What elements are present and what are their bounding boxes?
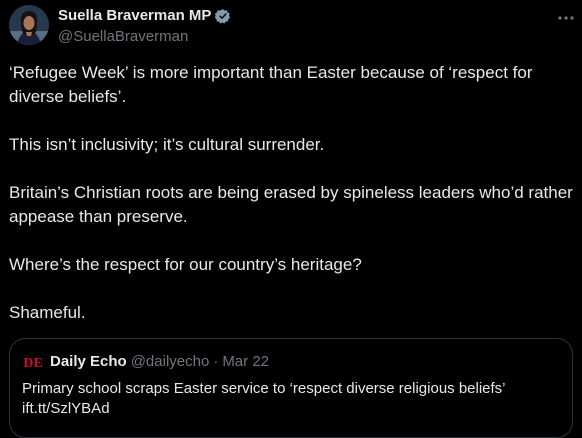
verified-badge-icon[interactable] bbox=[215, 8, 231, 24]
author-display-name[interactable]: Suella Braverman MP bbox=[58, 7, 211, 25]
author-name-row: Suella Braverman MP bbox=[58, 7, 231, 25]
avatar[interactable] bbox=[9, 5, 49, 45]
more-dots-icon bbox=[558, 16, 574, 20]
tweet: Suella Braverman MP @SuellaBraverman ‘Re… bbox=[0, 0, 582, 438]
more-horizontal-icon[interactable] bbox=[556, 8, 576, 28]
daily-echo-logo-icon: DE bbox=[22, 351, 44, 373]
quote-handle[interactable]: @dailyecho bbox=[131, 353, 210, 371]
tweet-paragraph: Shameful. bbox=[9, 303, 86, 322]
quote-separator: · bbox=[213, 353, 219, 370]
quote-text: Primary school scraps Easter service to … bbox=[22, 379, 562, 419]
tweet-paragraph: ‘Refugee Week’ is more important than Ea… bbox=[9, 63, 533, 106]
profile-photo-icon bbox=[9, 5, 49, 45]
svg-text:DE: DE bbox=[23, 356, 42, 371]
quote-header: DE Daily Echo @dailyecho · Mar 22 bbox=[22, 351, 269, 373]
quote-tweet-card[interactable]: DE Daily Echo @dailyecho · Mar 22 Primar… bbox=[9, 338, 573, 438]
tweet-paragraph: This isn’t inclusivity; it’s cultural su… bbox=[9, 135, 325, 154]
tweet-paragraph: Where’s the respect for our country’s he… bbox=[9, 255, 362, 274]
tweet-paragraph: Britain’s Christian roots are being eras… bbox=[9, 183, 573, 226]
quote-date[interactable]: Mar 22 bbox=[222, 353, 269, 371]
quote-body: Primary school scraps Easter service to … bbox=[22, 380, 506, 397]
quote-link[interactable]: ift.tt/SzlYBAd bbox=[22, 399, 562, 419]
tweet-text: ‘Refugee Week’ is more important than Ea… bbox=[9, 61, 574, 325]
quote-display-name[interactable]: Daily Echo bbox=[50, 353, 127, 371]
author-handle[interactable]: @SuellaBraverman bbox=[58, 28, 188, 46]
